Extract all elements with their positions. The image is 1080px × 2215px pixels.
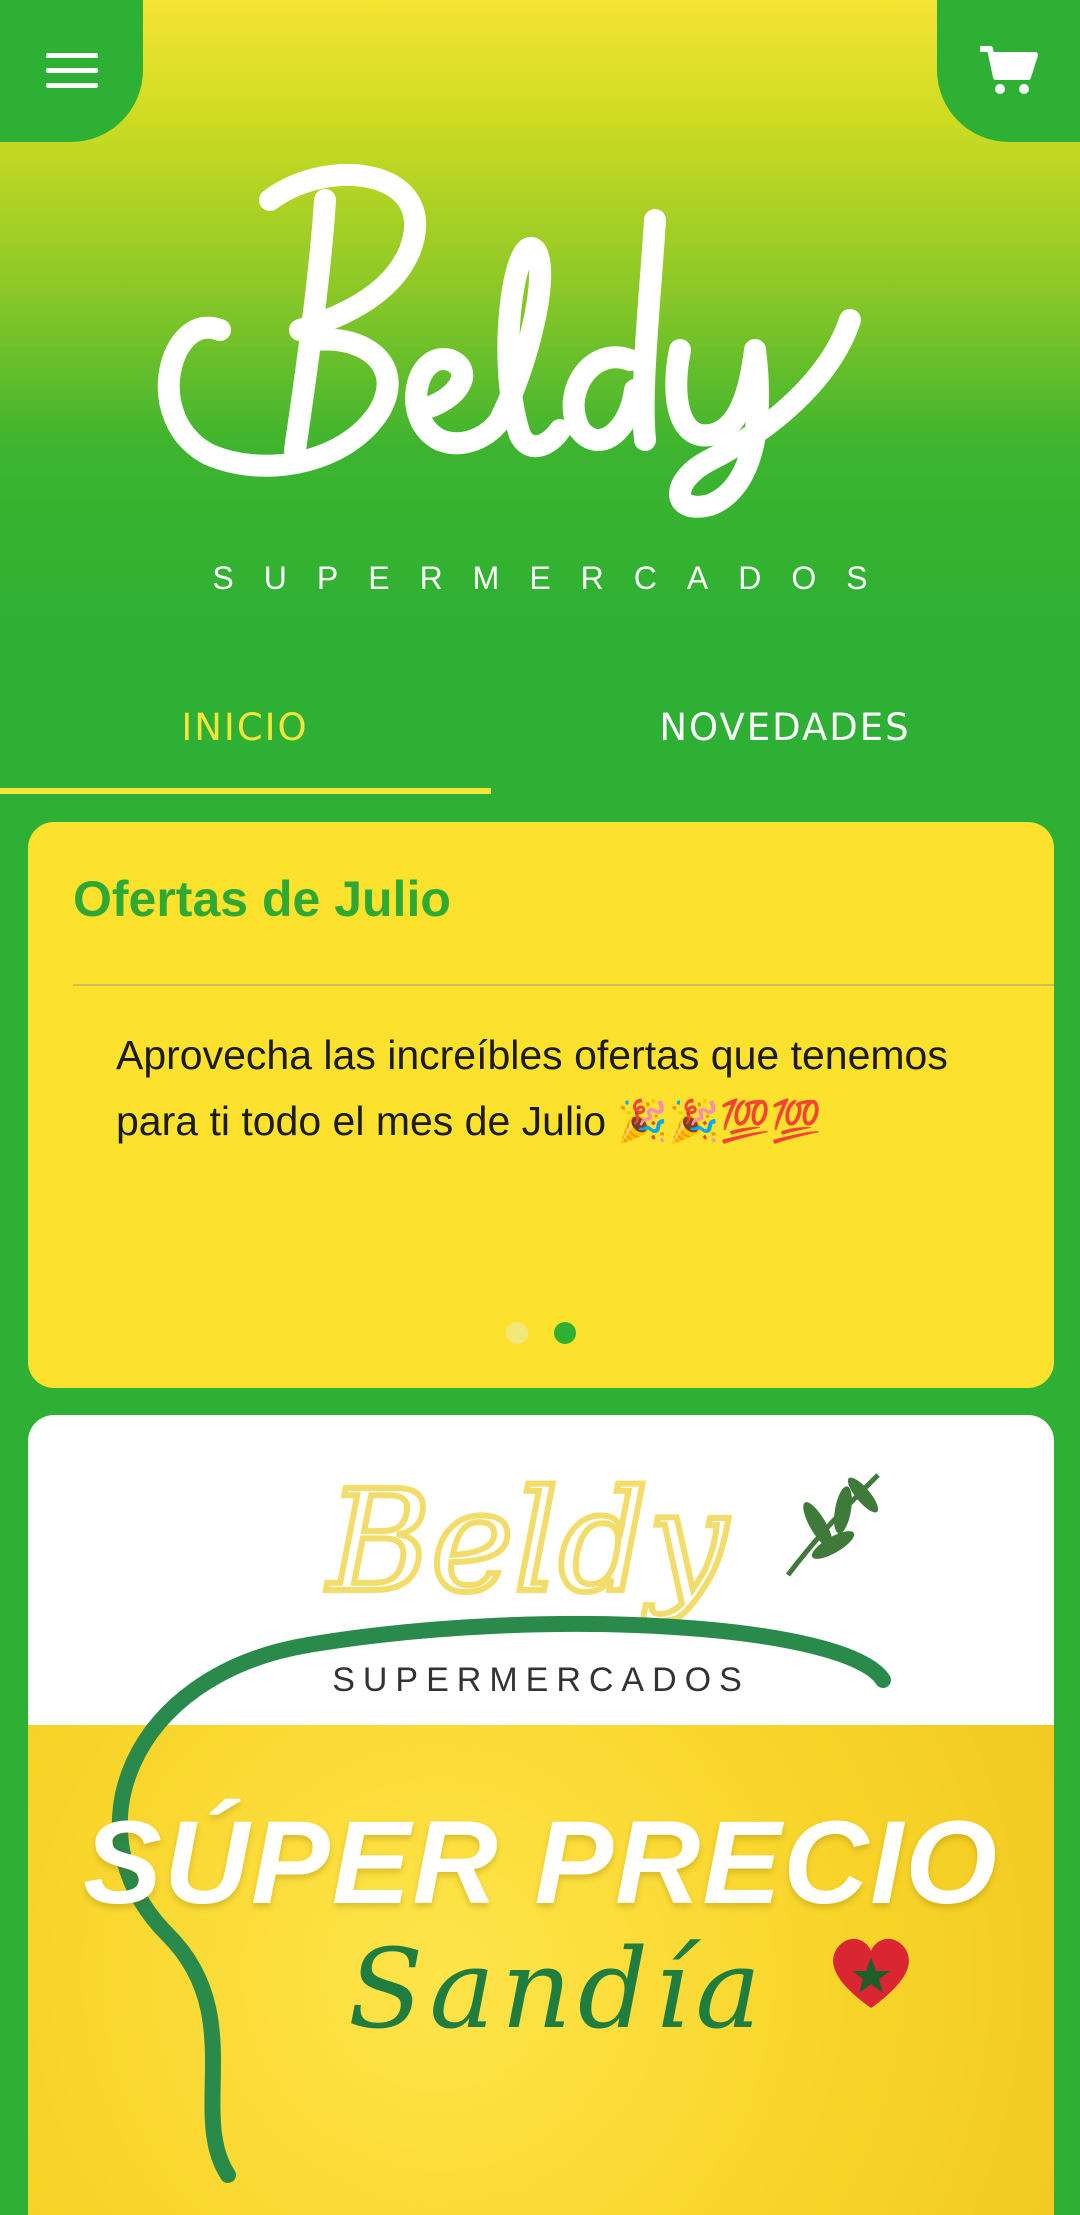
shopping-cart-icon xyxy=(979,46,1038,94)
menu-button[interactable] xyxy=(0,0,143,142)
heart-icon xyxy=(833,1938,909,2008)
carousel-dot-2-active[interactable] xyxy=(553,1322,576,1344)
announcement-title: Ofertas de Julio xyxy=(73,871,451,927)
tab-inicio[interactable]: INICIO xyxy=(0,690,490,792)
promo-banner-image[interactable]: Beldy SUPERMERCADOS SÚPER PRECIO Sandía xyxy=(28,1415,1054,2215)
tab-bar: INICIO NOVEDADES xyxy=(0,690,1080,792)
beldy-logo xyxy=(157,163,861,518)
carousel-indicator xyxy=(28,1322,1054,1348)
promo-headline: SÚPER PRECIO xyxy=(83,1797,999,1929)
active-tab-indicator xyxy=(0,788,491,794)
promo-product-name: Sandía xyxy=(348,1925,767,2053)
hamburger-menu-icon xyxy=(45,53,98,88)
cart-button[interactable] xyxy=(937,0,1080,142)
announcement-body: Aprovecha las increíbles ofertas que ten… xyxy=(116,1032,948,1144)
carousel-dot-1[interactable] xyxy=(506,1322,529,1344)
logo-tagline: SUPERMERCADOS xyxy=(212,560,898,596)
tab-novedades[interactable]: NOVEDADES xyxy=(490,690,1080,792)
card-divider xyxy=(73,984,1054,986)
announcement-card[interactable]: Ofertas de Julio Aprovecha las increíble… xyxy=(28,822,1054,1388)
